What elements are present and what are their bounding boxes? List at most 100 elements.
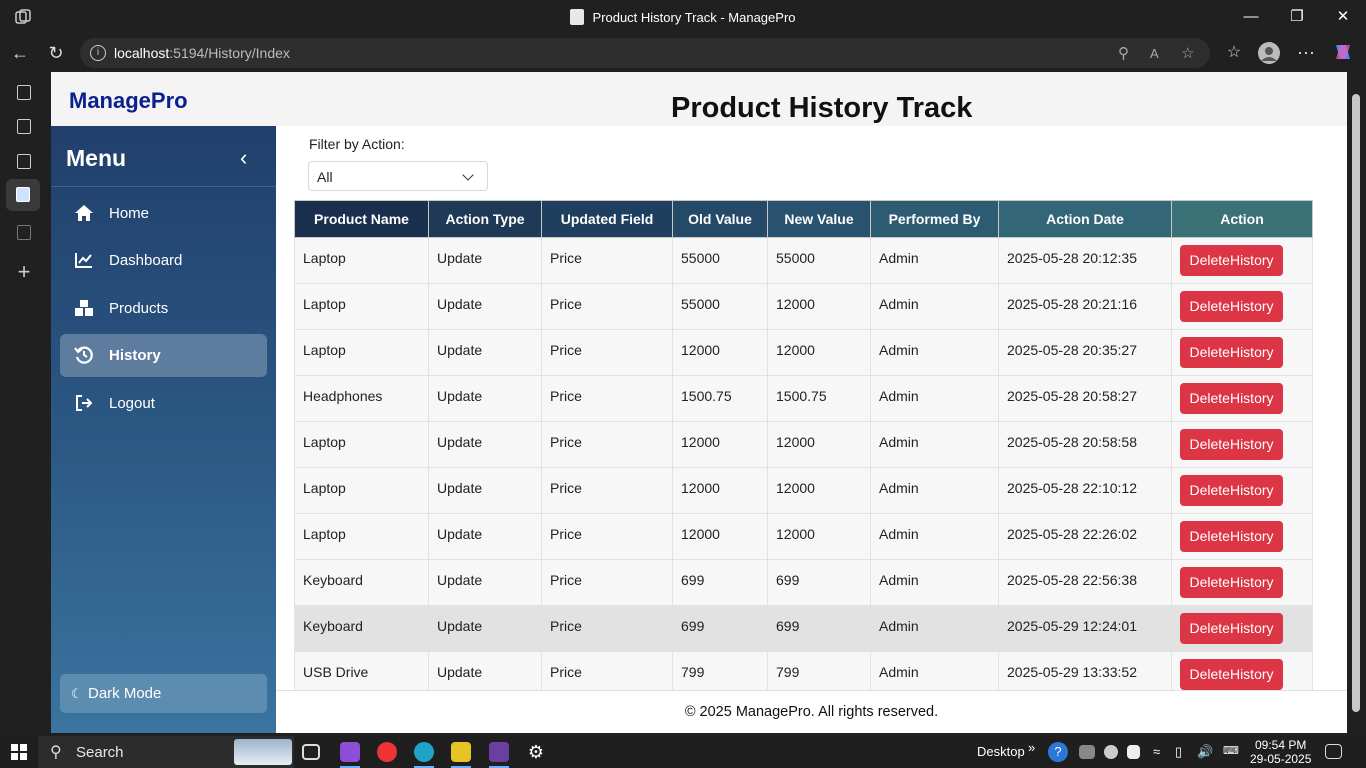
visual-studio-icon[interactable] [340,742,360,762]
cell: Admin [870,421,999,468]
url-text[interactable]: localhost:5194/History/Index [114,45,290,61]
tab-icon[interactable] [12,151,36,173]
zoom-icon[interactable]: ⚲ [1118,44,1129,62]
window-title: Product History Track - ManagePro [0,9,1366,25]
cell: 12000 [672,421,768,468]
moon-icon: ☾ [71,686,83,701]
cell: 1500.75 [767,375,871,422]
action-cell: DeleteHistory [1171,559,1313,606]
page-scrollbar[interactable] [1347,72,1366,733]
read-aloud-icon[interactable]: A [1150,46,1159,61]
task-view-icon[interactable] [302,744,320,760]
tab-icon[interactable] [12,82,36,104]
minimize-button[interactable]: — [1236,6,1266,28]
taskbar-clock[interactable]: 09:54 PM 29-05-2025 [1250,738,1311,766]
file-explorer-icon[interactable] [451,742,471,762]
delete-history-button[interactable]: DeleteHistory [1180,383,1283,414]
sidebar-item-home[interactable]: Home [60,192,267,235]
chevron-icon[interactable]: » [1028,740,1035,755]
tab-icon[interactable] [12,116,36,138]
cell: 1500.75 [672,375,768,422]
notifications-icon[interactable] [1325,744,1342,759]
favorites-icon[interactable]: ☆ [1222,41,1246,65]
delete-history-button[interactable]: DeleteHistory [1180,245,1283,276]
wifi-icon[interactable]: ≈ [1153,744,1160,759]
desktop-label[interactable]: Desktop [977,744,1025,759]
dark-mode-toggle[interactable]: ☾ Dark Mode [60,674,267,713]
chrome-icon[interactable] [377,742,397,762]
cell: Update [428,283,542,330]
volume-icon[interactable]: 🔊 [1197,744,1213,760]
cell: 12000 [767,421,871,468]
sidebar-item-products[interactable]: Products [60,287,267,330]
taskbar-search[interactable]: ⚲ Search [38,736,294,768]
delete-history-button[interactable]: DeleteHistory [1180,613,1283,644]
sidebar-item-dashboard[interactable]: Dashboard [60,239,267,282]
settings-gear-icon[interactable]: ⚙ [526,742,546,762]
column-header[interactable]: Action Type [428,200,542,238]
tray-app-icon[interactable] [1079,745,1095,759]
delete-history-button[interactable]: DeleteHistory [1180,567,1283,598]
windows-start-icon[interactable] [11,744,27,760]
delete-history-button[interactable]: DeleteHistory [1180,429,1283,460]
cell: 12000 [672,467,768,514]
delete-history-button[interactable]: DeleteHistory [1180,291,1283,322]
column-header[interactable]: Action Date [998,200,1172,238]
restore-button[interactable]: ❐ [1282,6,1312,28]
help-icon[interactable]: ? [1048,742,1068,762]
sidebar-item-logout[interactable]: Logout [60,382,267,425]
refresh-button[interactable]: ↻ [44,41,68,65]
language-icon[interactable]: ⌨ [1223,744,1239,757]
brand-logo[interactable]: ManagePro [69,88,188,114]
cell: Admin [870,651,999,690]
copilot-icon[interactable] [1331,41,1355,65]
cell: 699 [672,605,768,652]
cell: Price [541,283,673,330]
dark-mode-label: Dark Mode [88,685,162,702]
delete-history-button[interactable]: DeleteHistory [1180,659,1283,690]
history-table: Product Name Action Type Updated Field O… [294,200,1313,690]
action-cell: DeleteHistory [1171,651,1313,690]
cell: 2025-05-28 22:56:38 [998,559,1172,606]
table-row: USB Drive Update Price 799 799 Admin 2025-05-2… [294,651,1313,690]
action-cell: DeleteHistory [1171,375,1313,422]
table-row: Keyboard Update Price 699 699 Admin 2025-05-28… [294,559,1313,606]
cell: Update [428,375,542,422]
column-header[interactable]: Performed By [870,200,999,238]
cell: USB Drive [294,651,429,690]
delete-history-button[interactable]: DeleteHistory [1180,475,1283,506]
column-header[interactable]: New Value [767,200,871,238]
action-cell: DeleteHistory [1171,329,1313,376]
column-header[interactable]: Updated Field [541,200,673,238]
address-bar[interactable]: i localhost:5194/History/Index ⚲ A ☆ [80,38,1210,68]
action-filter-select[interactable]: All [308,161,488,191]
page-scrollbar-thumb[interactable] [1352,94,1360,712]
more-options-icon[interactable]: ⋯ [1294,41,1318,65]
new-tab-icon[interactable]: + [12,261,36,284]
favorite-star-icon[interactable]: ☆ [1181,44,1194,62]
edge-icon[interactable] [414,742,434,762]
site-info-icon[interactable]: i [90,45,106,61]
tray-app-icon[interactable] [1104,745,1118,759]
clock-time: 09:54 PM [1255,738,1307,752]
sidebar-item-label: History [109,347,161,364]
collapse-sidebar-icon[interactable]: ‹ [240,145,247,171]
tray-app-icon[interactable] [1127,745,1140,759]
delete-history-button[interactable]: DeleteHistory [1180,521,1283,552]
back-button[interactable]: ← [8,41,32,65]
column-header[interactable]: Action [1171,200,1313,238]
cell: Keyboard [294,605,429,652]
column-header[interactable]: Product Name [294,200,429,238]
column-header[interactable]: Old Value [672,200,768,238]
active-tab-icon[interactable] [6,179,40,211]
cell: 799 [767,651,871,690]
sidebar-item-history[interactable]: History [60,334,267,377]
terminal-icon[interactable] [489,742,509,762]
tab-icon[interactable] [12,222,36,244]
profile-avatar[interactable] [1257,41,1281,65]
close-window-button[interactable]: ✕ [1328,6,1358,28]
cell: Price [541,651,673,690]
battery-icon[interactable]: ▯ [1175,744,1182,760]
table-row-hovered: Keyboard Update Price 699 699 Admin 2025-05-29… [294,605,1313,652]
delete-history-button[interactable]: DeleteHistory [1180,337,1283,368]
